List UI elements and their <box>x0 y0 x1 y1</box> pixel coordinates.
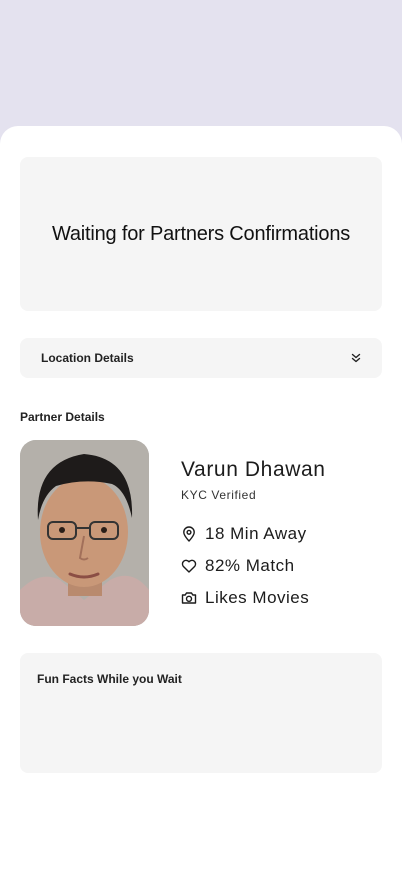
partner-details-label: Partner Details <box>20 410 105 424</box>
map-pin-icon <box>183 526 195 542</box>
interest-stat: Likes Movies <box>181 588 309 608</box>
interest-text: Likes Movies <box>205 588 310 607</box>
camera-icon <box>181 592 197 604</box>
partner-avatar <box>20 440 149 626</box>
fun-facts-card: Fun Facts While you Wait <box>20 653 382 773</box>
partner-name: Varun Dhawan <box>181 458 326 481</box>
location-details-toggle[interactable]: Location Details <box>20 338 382 378</box>
distance-stat: 18 Min Away <box>181 524 307 544</box>
waiting-title: Waiting for Partners Confirmations <box>51 222 351 245</box>
match-stat: 82% Match <box>181 556 295 576</box>
kyc-status: KYC Verified <box>181 488 257 502</box>
heart-icon <box>181 559 197 573</box>
waiting-card: Waiting for Partners Confirmations <box>20 157 382 311</box>
fun-facts-title: Fun Facts While you Wait <box>37 672 182 686</box>
match-text: 82% Match <box>205 556 295 575</box>
chevrons-down-icon <box>350 352 362 364</box>
distance-text: 18 Min Away <box>205 524 307 543</box>
location-details-label: Location Details <box>41 351 134 365</box>
bottom-sheet: Waiting for Partners Confirmations Locat… <box>0 126 402 874</box>
